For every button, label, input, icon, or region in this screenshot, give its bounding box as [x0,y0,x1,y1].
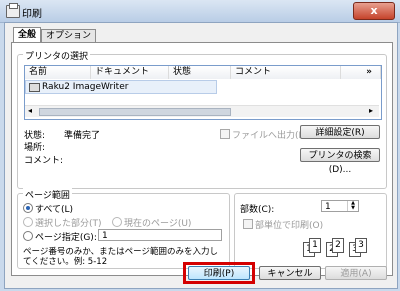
selection-radio[interactable] [23,217,33,227]
print-to-file-label: ファイルへ出力(F) [232,131,308,141]
advanced-settings-button[interactable]: 詳細設定(R) [300,125,380,139]
find-printer-button[interactable]: プリンタの検索(D)... [300,148,380,175]
copies-label: 部数(C): [240,205,275,215]
printer-select-group: プリンタの選択 名前 ドキュメント 状態 コメント » Raku2 ImageW… [17,49,387,189]
location-label: 場所: [24,143,46,153]
collate-page-icon: 3 [355,238,367,253]
column-name[interactable]: 名前 [25,66,91,79]
printer-icon [6,3,20,18]
horizontal-scrollbar[interactable]: ◂ ▸ [25,105,379,117]
selection-label: 選択した部分(T) [35,219,102,229]
spin-down-icon[interactable]: ▼ [348,206,358,211]
page-range-hint-line2: てください。例: 5-12 [23,257,108,267]
all-pages-label: すべて(L) [35,205,74,215]
state-value: 準備完了 [64,131,101,141]
page-range-radio-label: ページ指定(G): [35,233,97,243]
scroll-right-icon[interactable]: ▸ [369,106,373,115]
page-range-radio[interactable] [23,231,33,241]
page-range-label: ページ範囲 [23,188,72,201]
collate-label: 部単位で印刷(O) [255,221,324,231]
print-to-file-checkbox[interactable] [220,129,230,139]
collate-checkbox[interactable] [243,219,253,229]
copies-spinner[interactable]: ▲ ▼ [347,201,358,211]
more-columns-button[interactable]: » [341,66,381,79]
column-document[interactable]: ドキュメント [91,66,169,79]
scroll-left-icon[interactable]: ◂ [28,106,32,115]
title-bar: 印刷 x [0,0,400,23]
current-page-label: 現在のページ(U) [124,219,192,229]
printer-small-icon [29,83,40,92]
window-title: 印刷 [22,9,42,20]
printer-item[interactable]: Raku2 ImageWriter [25,80,217,94]
all-pages-radio[interactable] [23,203,33,213]
comment-label: コメント: [24,156,64,166]
scroll-thumb[interactable] [39,108,231,116]
apply-button[interactable]: 適用(A) [325,266,387,280]
print-dialog: 全般 オプション プリンタの選択 名前 ドキュメント 状態 コメント » Rak… [4,22,398,289]
tab-general[interactable]: 全般 [13,27,42,42]
column-status[interactable]: 状態 [169,66,231,79]
printer-select-label: プリンタの選択 [23,49,91,62]
current-page-radio[interactable] [112,217,122,227]
copies-group: 部数(C): 1 ▲ ▼ 部単位で印刷(O) 1 1 2 2 3 3 [234,193,387,269]
print-button[interactable]: 印刷(P) [188,266,250,280]
collate-page-icon: 2 [332,238,344,253]
tab-options[interactable]: オプション [41,29,97,42]
collate-page-icon: 1 [309,238,321,253]
tab-panel-general: プリンタの選択 名前 ドキュメント 状態 コメント » Raku2 ImageW… [11,42,393,276]
column-comment[interactable]: コメント [231,66,341,79]
printer-name: Raku2 ImageWriter [42,82,129,92]
printer-list[interactable]: 名前 ドキュメント 状態 コメント » Raku2 ImageWriter ◂ … [24,65,382,120]
cancel-button[interactable]: キャンセル [259,266,321,280]
page-range-input[interactable]: 1 [98,229,222,241]
page-range-group: ページ範囲 すべて(L) 選択した部分(T) 現在のページ(U) ページ指定(G… [17,188,230,269]
close-button[interactable]: x [353,2,395,20]
